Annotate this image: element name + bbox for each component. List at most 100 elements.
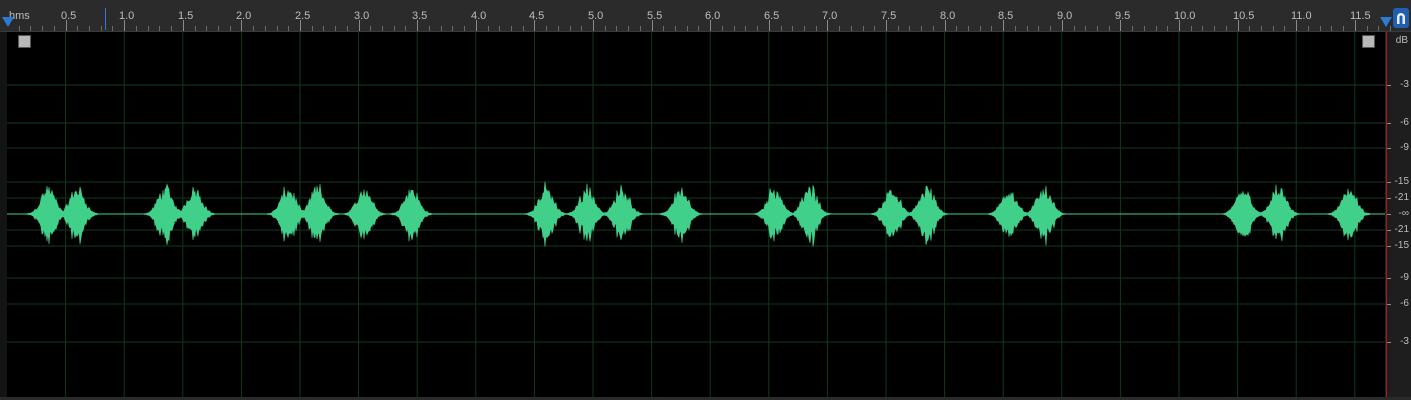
ruler-tick-label: 3.0	[354, 10, 370, 22]
ruler-minor-tick	[218, 26, 219, 31]
ruler-minor-tick	[464, 26, 465, 31]
playhead[interactable]	[105, 8, 106, 30]
ruler-tick-label: 1.5	[178, 10, 194, 22]
db-tick	[1387, 85, 1391, 86]
ruler-minor-tick	[757, 26, 758, 31]
ruler-minor-tick	[347, 26, 348, 31]
time-ruler[interactable]: hms 0.5 1.0 1.5 2.0 2.5 3.0 3.5 4.0 4.5 5.0 5.5 6.0…	[0, 0, 1411, 32]
ruler-minor-tick	[159, 26, 160, 31]
ruler-minor-tick	[687, 26, 688, 31]
ruler-tick-label: 9.5	[1115, 10, 1131, 22]
ruler-minor-tick	[394, 26, 395, 31]
ruler-minor-tick	[698, 26, 699, 31]
snap-button[interactable]	[1393, 8, 1409, 28]
ruler-minor-tick	[570, 26, 571, 31]
ruler-minor-tick	[452, 26, 453, 31]
ruler-minor-tick	[792, 26, 793, 31]
end-marker-icon[interactable]	[1380, 17, 1392, 27]
ruler-tick-label: 10.5	[1233, 10, 1255, 22]
ruler-minor-tick	[499, 26, 500, 31]
ruler-tick-label: 11.5	[1350, 10, 1371, 22]
db-tick	[1387, 278, 1391, 279]
db-tick	[1387, 123, 1391, 124]
ruler-tick-label: 3.5	[412, 10, 428, 22]
db-tick	[1387, 342, 1391, 343]
ruler-minor-tick	[1320, 26, 1321, 31]
db-tick	[1387, 304, 1391, 305]
db-scale: dB -3 -6 -9 -15 -21 -∞ -21 -15 -9 -6 -3	[1386, 32, 1411, 400]
fade-out-handle-icon[interactable]	[1362, 35, 1375, 48]
ruler-minor-tick	[1144, 26, 1145, 31]
ruler-minor-tick	[804, 26, 805, 31]
ruler-minor-tick	[206, 26, 207, 31]
ruler-minor-tick	[640, 26, 641, 31]
ruler-minor-tick	[441, 26, 442, 31]
ruler-minor-tick	[323, 26, 324, 31]
ruler-minor-tick	[616, 26, 617, 31]
ruler-minor-tick	[30, 26, 31, 31]
db-tick-label: -9	[1400, 142, 1409, 153]
ruler-minor-tick	[370, 26, 371, 31]
db-tick-label: -6	[1400, 117, 1409, 128]
ruler-tick-label: 7.5	[881, 10, 897, 22]
ruler-minor-tick	[1308, 26, 1309, 31]
ruler-minor-tick	[991, 26, 992, 31]
waveform-display[interactable]	[7, 32, 1385, 397]
ruler-tick-label: 2.0	[236, 10, 252, 22]
ruler-minor-tick	[1132, 26, 1133, 31]
waveform-shape	[7, 181, 1385, 247]
ruler-minor-tick	[382, 26, 383, 31]
db-tick-label: -3	[1400, 79, 1409, 90]
ruler-minor-tick	[605, 26, 606, 31]
ruler-minor-tick	[909, 26, 910, 31]
ruler-minor-tick	[335, 26, 336, 31]
ruler-tick-label: 1.0	[119, 10, 135, 22]
db-unit-label: dB	[1395, 35, 1408, 46]
ruler-minor-tick	[523, 26, 524, 31]
ruler-minor-tick	[312, 26, 313, 31]
fade-in-handle-icon[interactable]	[18, 35, 31, 48]
start-marker-icon[interactable]	[2, 17, 14, 27]
ruler-minor-tick	[488, 26, 489, 31]
ruler-minor-tick	[781, 26, 782, 31]
ruler-minor-tick	[77, 26, 78, 31]
ruler-minor-tick	[863, 26, 864, 31]
ruler-minor-tick	[253, 26, 254, 31]
ruler-tick-label: 0.5	[61, 10, 77, 22]
ruler-minor-tick	[558, 26, 559, 31]
ruler-minor-tick	[1167, 26, 1168, 31]
ruler-minor-tick	[405, 26, 406, 31]
db-tick-label: -15	[1394, 240, 1409, 251]
ruler-minor-tick	[1085, 26, 1086, 31]
ruler-minor-tick	[581, 26, 582, 31]
ruler-minor-tick	[511, 26, 512, 31]
ruler-minor-tick	[148, 26, 149, 31]
ruler-minor-tick	[1191, 26, 1192, 31]
ruler-minor-tick	[54, 26, 55, 31]
ruler-minor-tick	[663, 26, 664, 31]
db-tick-label: -21	[1394, 192, 1409, 203]
ruler-minor-tick	[1050, 26, 1051, 31]
ruler-minor-tick	[546, 26, 547, 31]
ruler-minor-tick	[1249, 26, 1250, 31]
ruler-minor-tick	[1343, 26, 1344, 31]
ruler-minor-tick	[1284, 26, 1285, 31]
ruler-minor-tick	[1226, 26, 1227, 31]
ruler-minor-tick	[675, 26, 676, 31]
ruler-minor-tick	[1074, 26, 1075, 31]
db-tick	[1387, 198, 1391, 199]
waveform-svg	[7, 32, 1385, 397]
db-tick	[1387, 148, 1391, 149]
ruler-minor-tick	[195, 26, 196, 31]
ruler-minor-tick	[1367, 26, 1368, 31]
ruler-minor-tick	[851, 26, 852, 31]
ruler-tick-label: 4.5	[529, 10, 545, 22]
ruler-minor-tick	[112, 26, 113, 31]
db-tick	[1387, 230, 1391, 231]
ruler-tick-label: 5.0	[588, 10, 604, 22]
ruler-minor-tick	[1273, 26, 1274, 31]
ruler-minor-tick	[628, 26, 629, 31]
ruler-tick-label: 4.0	[471, 10, 487, 22]
ruler-minor-tick	[265, 26, 266, 31]
ruler-minor-tick	[1378, 26, 1379, 31]
